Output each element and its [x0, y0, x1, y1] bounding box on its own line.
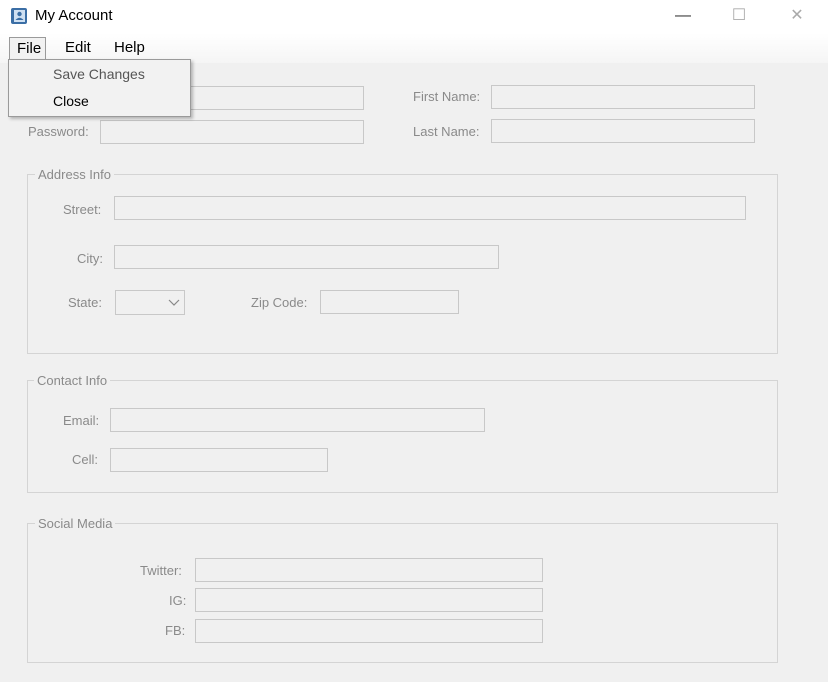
state-label: State:	[68, 295, 102, 310]
menu-file[interactable]: File	[9, 37, 46, 59]
email-field[interactable]	[110, 408, 485, 432]
address-book-icon	[11, 8, 27, 24]
fb-label: FB:	[165, 623, 186, 638]
contact-info-group	[27, 380, 778, 493]
zip-code-field[interactable]	[320, 290, 459, 314]
menu-help[interactable]: Help	[110, 37, 149, 59]
title-bar: My Account — ☐ ✕	[0, 0, 828, 33]
first-name-label: First Name:	[413, 89, 481, 104]
address-info-title: Address Info	[35, 167, 114, 182]
password-label: Password:	[28, 124, 89, 139]
ig-label: IG:	[169, 593, 187, 608]
social-media-title: Social Media	[35, 516, 116, 531]
city-label: City:	[77, 251, 103, 266]
last-name-label: Last Name:	[413, 124, 480, 139]
zip-code-label: Zip Code:	[251, 295, 308, 310]
ig-field[interactable]	[195, 588, 543, 612]
cell-field[interactable]	[110, 448, 328, 472]
city-field[interactable]	[114, 245, 499, 269]
menu-item-save-changes[interactable]: Save Changes	[53, 66, 145, 82]
twitter-label: Twitter:	[140, 563, 182, 578]
email-label: Email:	[63, 413, 100, 428]
street-field[interactable]	[114, 196, 746, 220]
state-select[interactable]	[115, 290, 185, 315]
window-title: My Account	[35, 7, 113, 24]
first-name-field[interactable]	[491, 85, 755, 109]
street-label: Street:	[63, 202, 102, 217]
contact-info-title: Contact Info	[34, 373, 111, 388]
close-window-button[interactable]: ✕	[774, 0, 820, 33]
chevron-down-icon	[168, 299, 180, 306]
username-field[interactable]	[190, 86, 364, 110]
menu-item-close[interactable]: Close	[53, 93, 89, 109]
password-field[interactable]	[100, 120, 364, 144]
menu-edit[interactable]: Edit	[61, 37, 95, 59]
app-window: My Account — ☐ ✕ File Edit Help Password…	[0, 0, 828, 682]
twitter-field[interactable]	[195, 558, 543, 582]
cell-label: Cell:	[72, 452, 99, 467]
last-name-field[interactable]	[491, 119, 755, 143]
minimize-button[interactable]: —	[660, 0, 706, 33]
file-menu-dropdown: Save Changes Close	[8, 59, 191, 117]
fb-field[interactable]	[195, 619, 543, 643]
maximize-button[interactable]: ☐	[716, 0, 762, 33]
